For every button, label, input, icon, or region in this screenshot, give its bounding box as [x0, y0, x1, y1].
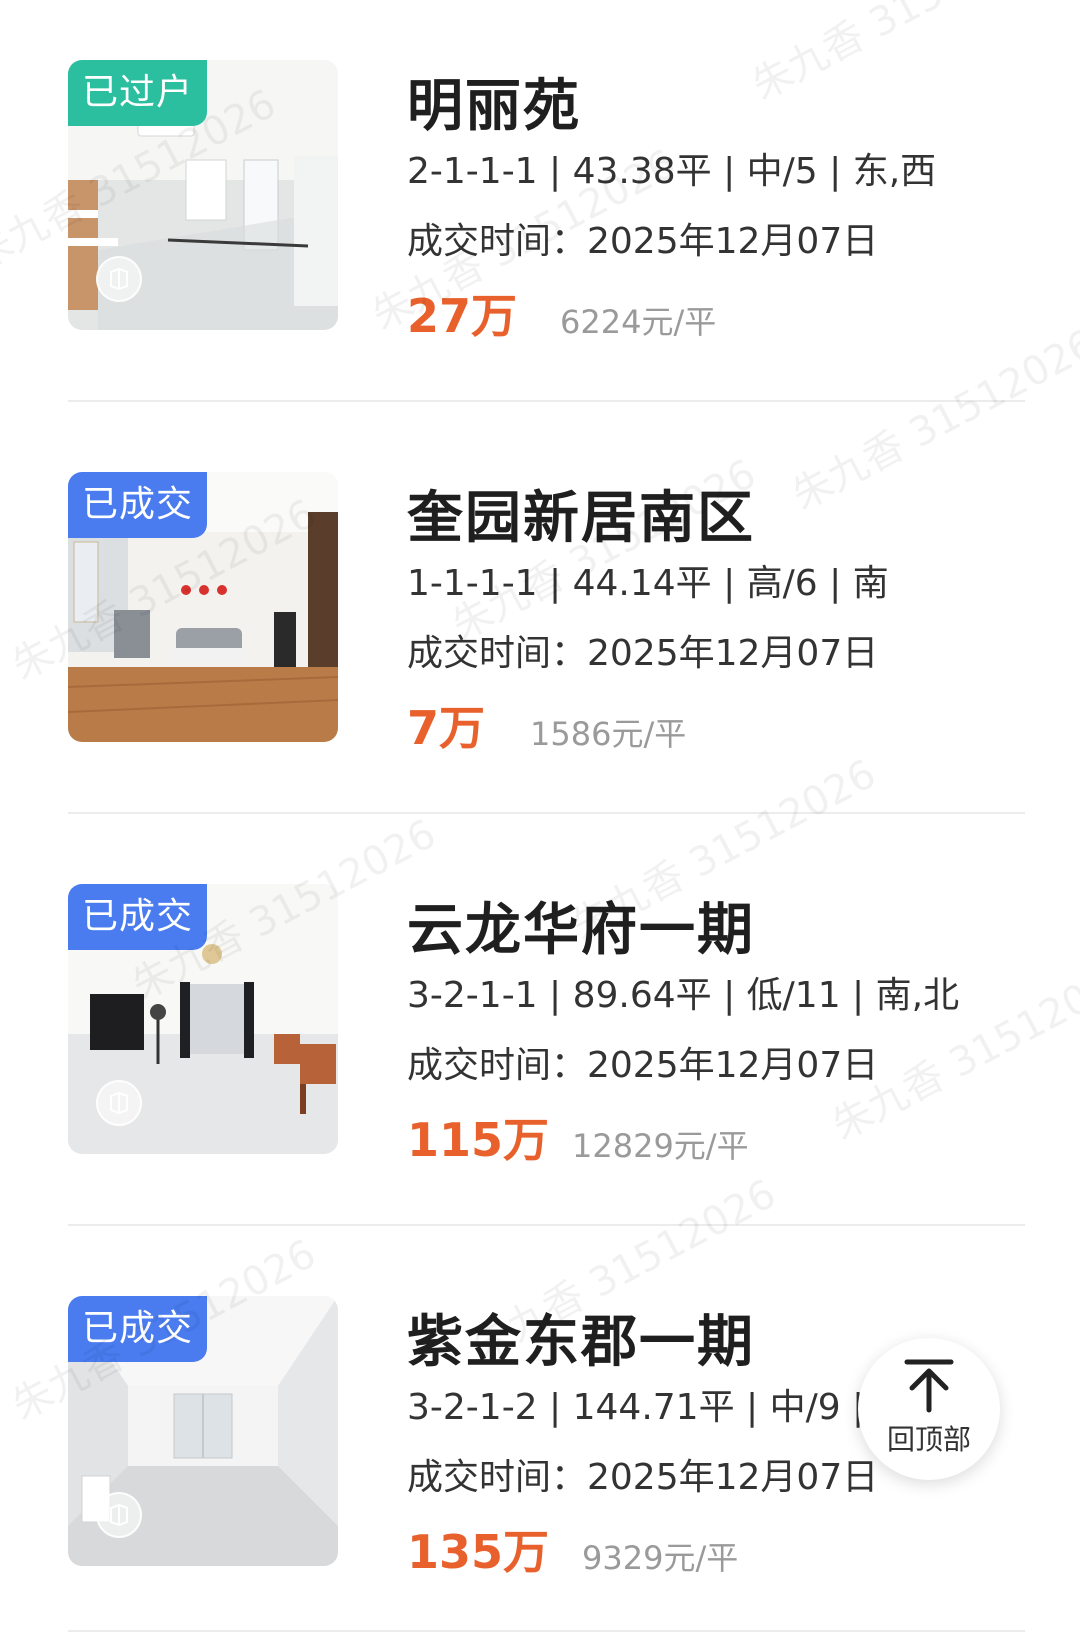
back-to-top-label: 回顶部: [886, 1423, 971, 1456]
divider: [68, 812, 1025, 814]
community-name: 紫金东郡一期: [407, 1310, 755, 1375]
back-to-top-button[interactable]: 回顶部: [858, 1338, 1000, 1480]
listing-card[interactable]: 已成交 云龙华府一期 3-2-1-1 | 89.64平 | 低/11 | 南,北…: [0, 824, 1080, 1236]
status-badge: 已成交: [68, 884, 208, 950]
vr-tour-icon[interactable]: [96, 256, 142, 302]
deal-date: 成交时间：2025年12月07日: [407, 1045, 879, 1086]
total-price: 135万: [407, 1525, 550, 1579]
status-badge: 已过户: [68, 60, 208, 126]
total-price: 27万: [407, 289, 518, 343]
layout-info: 1-1-1-1 | 44.14平 | 高/6 | 南: [407, 563, 889, 604]
layout-info: 2-1-1-1 | 43.38平 | 中/5 | 东,西: [407, 151, 937, 192]
community-name: 明丽苑: [407, 74, 581, 139]
divider: [68, 1224, 1025, 1226]
deal-date: 成交时间：2025年12月07日: [407, 221, 879, 262]
listing-card[interactable]: 已成交 奎园新居南区 1-1-1-1 | 44.14平 | 高/6 | 南 成交…: [0, 412, 1080, 824]
unit-price: 9329元/平: [582, 1539, 739, 1577]
deal-date: 成交时间：2025年12月07日: [407, 633, 879, 674]
divider: [68, 1630, 1025, 1632]
unit-price: 12829元/平: [572, 1127, 749, 1165]
status-badge: 已成交: [68, 1296, 208, 1362]
divider: [68, 400, 1025, 402]
unit-price: 6224元/平: [560, 303, 717, 341]
status-badge: 已成交: [68, 472, 208, 538]
deal-list-page: 已过户 明丽苑 2-1-1-1 | 43.38平 | 中/5 | 东,西 成交时…: [0, 0, 1080, 1641]
deal-date: 成交时间：2025年12月07日: [407, 1457, 879, 1498]
listing-photo[interactable]: 已过户: [68, 60, 338, 330]
listing-photo[interactable]: 已成交: [68, 884, 338, 1154]
layout-info: 3-2-1-1 | 89.64平 | 低/11 | 南,北: [407, 975, 960, 1016]
layout-info: 3-2-1-2 | 144.71平 | 中/9 |: [407, 1387, 865, 1428]
listing-card[interactable]: 已过户 明丽苑 2-1-1-1 | 43.38平 | 中/5 | 东,西 成交时…: [0, 0, 1080, 412]
arrow-up-icon: [904, 1359, 954, 1413]
total-price: 7万: [407, 701, 486, 755]
vr-tour-icon[interactable]: [96, 1492, 142, 1538]
unit-price: 1586元/平: [530, 715, 687, 753]
total-price: 115万: [407, 1113, 550, 1167]
community-name: 奎园新居南区: [407, 486, 755, 551]
listing-photo[interactable]: 已成交: [68, 1296, 338, 1566]
vr-tour-icon[interactable]: [96, 1080, 142, 1126]
community-name: 云龙华府一期: [407, 898, 755, 963]
listing-photo[interactable]: 已成交: [68, 472, 338, 742]
